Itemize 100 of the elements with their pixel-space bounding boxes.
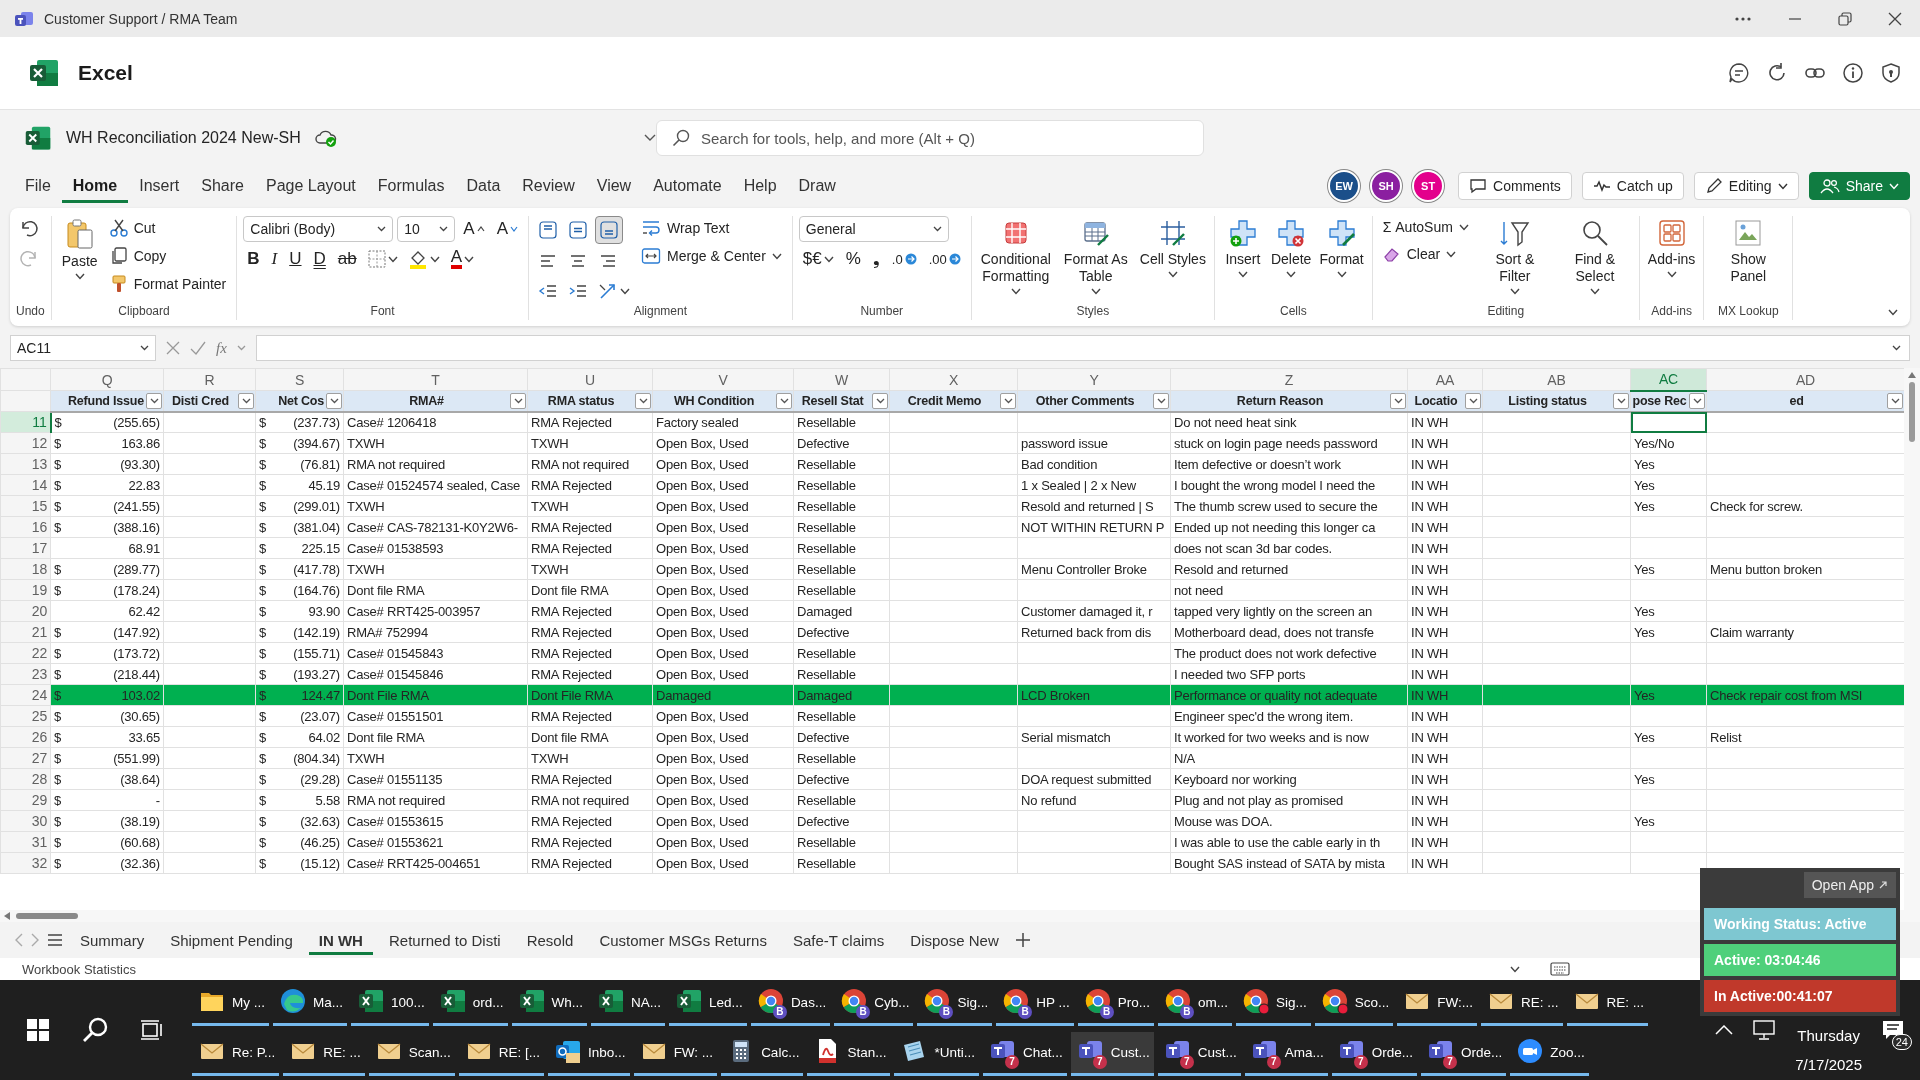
taskbar-button[interactable]: 7 Cust...: [1070, 1032, 1154, 1076]
taskbar-button[interactable]: FW: ...: [633, 1032, 718, 1076]
sheet-tab[interactable]: Summary: [70, 925, 155, 955]
font-color-button[interactable]: A: [446, 246, 479, 272]
taskbar-button[interactable]: Inbo...: [548, 1032, 630, 1076]
taskbar-button[interactable]: FW:...: [1397, 982, 1477, 1026]
search-icon[interactable]: [81, 1016, 109, 1044]
taskbar-button[interactable]: 7 Chat...: [982, 1032, 1067, 1076]
row-number[interactable]: 20: [0, 600, 51, 622]
taskbar-button[interactable]: B Cyb...: [834, 982, 914, 1026]
task-view-icon[interactable]: [140, 1018, 165, 1042]
share-button[interactable]: Share: [1808, 172, 1910, 200]
icon-button[interactable]: [594, 216, 623, 244]
ribbon-button[interactable]: Delete: [1268, 216, 1314, 280]
menu-tab[interactable]: Formulas: [366, 169, 456, 203]
keyboard-icon[interactable]: [1550, 962, 1570, 976]
toolbar-button[interactable]: Catch up: [1581, 172, 1684, 200]
menu-tab[interactable]: Automate: [642, 169, 733, 203]
row-number[interactable]: 24: [0, 684, 51, 706]
row-number[interactable]: 12: [0, 432, 51, 454]
ribbon-button[interactable]: Sort & Filter: [1476, 216, 1553, 297]
filter-button[interactable]: [238, 392, 254, 409]
toolbar-button[interactable]: Comments: [1458, 172, 1572, 200]
taskbar-button[interactable]: Re: P...: [192, 1032, 280, 1076]
cancel-icon[interactable]: [166, 341, 180, 355]
double-underline-button[interactable]: D: [309, 246, 330, 272]
taskbar-button[interactable]: Ma...: [273, 982, 347, 1026]
row-number[interactable]: 27: [0, 747, 51, 769]
scroll-up-icon[interactable]: [1908, 372, 1916, 378]
search-field[interactable]: Search for tools, help, and more (Alt + Q): [656, 120, 1204, 156]
column-letter[interactable]: AA: [1407, 368, 1483, 391]
taskbar-button[interactable]: Led...: [669, 982, 747, 1026]
row-number[interactable]: 21: [0, 621, 51, 643]
menu-tab[interactable]: Review: [511, 169, 586, 203]
taskbar-button[interactable]: Sig...: [1235, 982, 1311, 1026]
increase-font-size-button[interactable]: A: [459, 216, 489, 242]
column-letter[interactable]: AB: [1482, 368, 1631, 391]
collapse-icon[interactable]: [1888, 309, 1898, 316]
row-number[interactable]: 18: [0, 558, 51, 580]
row-number[interactable]: 30: [0, 810, 51, 832]
sheet-tab[interactable]: Returned to Disti: [378, 925, 511, 955]
column-letter[interactable]: W: [793, 368, 890, 391]
taskbar-button[interactable]: B Sig...: [917, 982, 993, 1026]
menu-icon[interactable]: [46, 933, 64, 947]
dropdown-field[interactable]: 10: [397, 216, 456, 242]
row-number[interactable]: 13: [0, 453, 51, 475]
notification-icon[interactable]: [1882, 1020, 1904, 1040]
taskbar-button[interactable]: Sco...: [1314, 982, 1394, 1026]
column-letter[interactable]: R: [163, 368, 256, 391]
ribbon-button[interactable]: Copy: [105, 244, 231, 268]
ribbon-button[interactable]: Cut: [105, 216, 231, 240]
open-app-button[interactable]: Open App: [1803, 872, 1896, 898]
sheet-tab[interactable]: Resold: [516, 925, 584, 955]
menu-tab[interactable]: Draw: [787, 169, 847, 203]
taskbar-button[interactable]: B HP ...: [996, 982, 1074, 1026]
row-number[interactable]: 31: [0, 831, 51, 853]
filter-button[interactable]: [146, 392, 162, 409]
clock-day[interactable]: Thursday: [1797, 1027, 1860, 1044]
ribbon-button[interactable]: Clear: [1378, 242, 1473, 266]
italic-button[interactable]: I: [267, 246, 282, 272]
restore-icon[interactable]: [1838, 11, 1852, 26]
row-number[interactable]: 16: [0, 516, 51, 538]
row-number[interactable]: 29: [0, 789, 51, 811]
row-number[interactable]: 17: [0, 537, 51, 559]
taskbar-button[interactable]: RE: [...: [458, 1032, 545, 1076]
filter-button[interactable]: [1613, 392, 1629, 409]
info-icon[interactable]: [1842, 62, 1864, 84]
taskbar-button[interactable]: RE: ...: [1481, 982, 1563, 1026]
row-number[interactable]: 32: [0, 852, 51, 874]
bold-button[interactable]: B: [243, 246, 264, 272]
taskbar-button[interactable]: Calc...: [721, 1032, 804, 1076]
filter-button[interactable]: [1689, 393, 1705, 409]
filter-button[interactable]: [635, 392, 651, 409]
clock-date[interactable]: 7/17/2025: [1795, 1056, 1862, 1073]
taskbar-button[interactable]: 7 Orde...: [1421, 1032, 1507, 1076]
row-number[interactable]: 26: [0, 726, 51, 748]
taskbar-button[interactable]: RE: ...: [1566, 982, 1649, 1026]
network-icon[interactable]: [1753, 1020, 1776, 1040]
ribbon-button[interactable]: Wrap Text: [636, 216, 786, 240]
menu-tab[interactable]: Share: [190, 169, 255, 203]
ribbon-button[interactable]: Merge & Center: [636, 244, 786, 268]
strikethrough-button[interactable]: ab: [333, 246, 361, 272]
menu-tab[interactable]: Help: [732, 169, 788, 203]
vertical-scrollbar[interactable]: [1904, 368, 1920, 910]
formula-field[interactable]: [255, 335, 1910, 361]
column-letter[interactable]: U: [527, 368, 653, 391]
column-letter[interactable]: S: [255, 368, 344, 391]
row-number[interactable]: 15: [0, 495, 51, 517]
taskbar-button[interactable]: 100...: [351, 982, 429, 1026]
selected-cell[interactable]: [1630, 411, 1707, 433]
filter-button[interactable]: [1390, 392, 1406, 409]
taskbar-button[interactable]: Stan...: [807, 1032, 891, 1076]
currency-format-button[interactable]: $€: [798, 246, 838, 272]
menu-tab[interactable]: Data: [455, 169, 512, 203]
taskbar-button[interactable]: ord...: [432, 982, 508, 1026]
taskbar-button[interactable]: *Unti...: [894, 1032, 979, 1076]
ribbon-button[interactable]: Find & Select: [1556, 216, 1633, 297]
user-avatar[interactable]: SH: [1370, 170, 1403, 202]
chevron-up-icon[interactable]: [1715, 1025, 1734, 1035]
taskbar-button[interactable]: B Pro...: [1077, 982, 1154, 1026]
